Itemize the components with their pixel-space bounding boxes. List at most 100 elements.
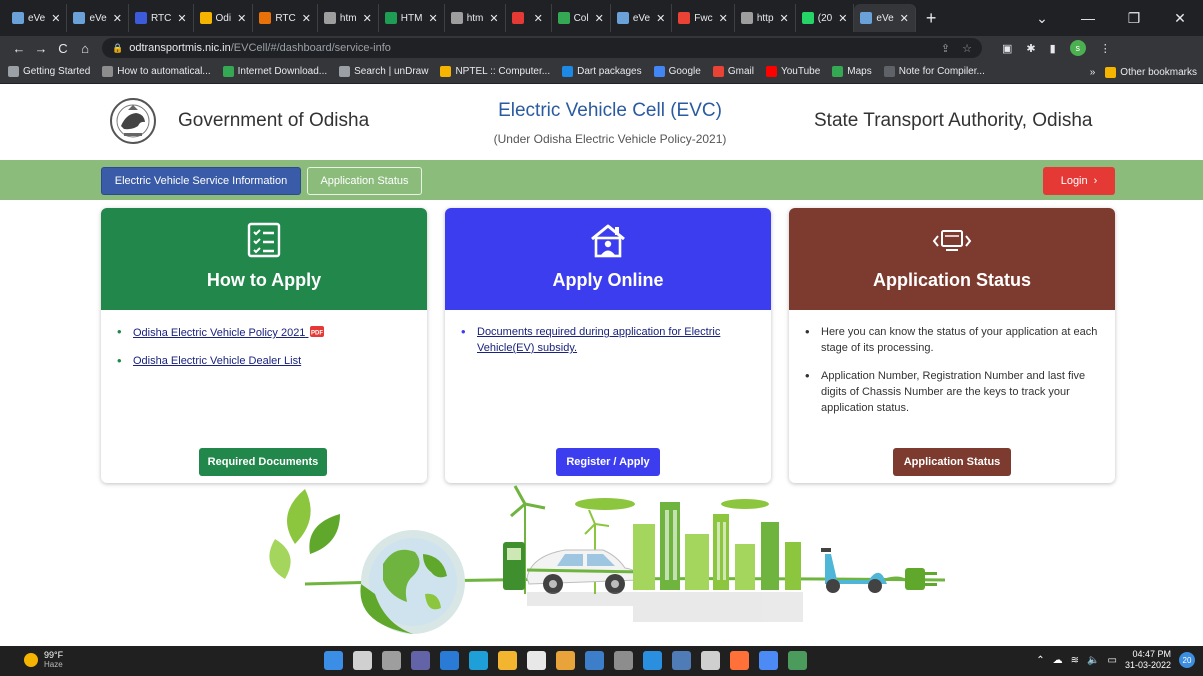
- teams-icon[interactable]: [411, 651, 430, 670]
- bookmark-label: Getting Started: [23, 66, 91, 77]
- close-tab-icon[interactable]: ✕: [237, 12, 246, 25]
- bookmark-item[interactable]: YouTube: [765, 66, 820, 77]
- documents-required-link[interactable]: Documents required during application fo…: [459, 324, 759, 356]
- close-tab-icon[interactable]: ✕: [595, 12, 604, 25]
- ev-policy-link[interactable]: Odisha Electric Vehicle Policy 2021 PDF: [115, 324, 415, 341]
- minimize-button[interactable]: —: [1065, 10, 1111, 26]
- back-button[interactable]: ←: [8, 41, 30, 56]
- close-tab-icon[interactable]: ✕: [177, 12, 186, 25]
- lock-icon[interactable]: 🔒: [112, 43, 123, 54]
- close-tab-icon[interactable]: ✕: [489, 12, 498, 25]
- browser-tab[interactable]: Odi ✕: [194, 4, 254, 32]
- bookmarks-bar: Getting Started How to automatical... Inte…: [0, 60, 1203, 84]
- mail-icon[interactable]: [440, 651, 459, 670]
- extension-icon[interactable]: ▣: [1002, 42, 1012, 55]
- browser-tab[interactable]: RTC ✕: [253, 4, 318, 32]
- home-button[interactable]: ⌂: [74, 41, 96, 56]
- menu-kebab-icon[interactable]: ⋮: [1100, 42, 1111, 55]
- close-tab-icon[interactable]: ✕: [428, 12, 437, 25]
- browser-tab[interactable]: eVe ✕: [854, 4, 916, 32]
- forward-button[interactable]: →: [30, 41, 52, 56]
- required-documents-button[interactable]: Required Documents: [199, 448, 327, 476]
- chevron-up-icon[interactable]: ⌃: [1036, 655, 1044, 666]
- bookmark-label: Search | unDraw: [354, 66, 429, 77]
- browser-tab[interactable]: eVe ✕: [6, 4, 68, 32]
- address-bar[interactable]: 🔒 odtransportmis.nic.in/EVCell/#/dashboa…: [102, 38, 982, 58]
- browser-tab[interactable]: eVe ✕: [611, 4, 673, 32]
- new-tab-button[interactable]: +: [916, 8, 947, 29]
- wifi-icon[interactable]: ≋: [1071, 655, 1079, 666]
- battery-icon[interactable]: ▭: [1108, 655, 1117, 666]
- close-tab-icon[interactable]: ✕: [838, 12, 847, 25]
- photos-icon[interactable]: [585, 651, 604, 670]
- firefox-icon[interactable]: [730, 651, 749, 670]
- close-tab-icon[interactable]: ✕: [900, 12, 909, 25]
- application-status-nav-button[interactable]: Application Status: [307, 167, 422, 195]
- weather-widget[interactable]: 99°F Haze: [24, 650, 63, 670]
- login-button[interactable]: Login ›: [1043, 167, 1115, 195]
- excel-icon[interactable]: [788, 651, 807, 670]
- cloud-icon[interactable]: ☁: [1053, 655, 1063, 666]
- pdf-icon: PDF: [309, 326, 324, 337]
- chrome-icon[interactable]: [556, 651, 575, 670]
- bookmark-item[interactable]: Search | unDraw: [339, 66, 428, 77]
- extension-puzzle-icon[interactable]: ✱: [1026, 42, 1035, 55]
- bookmark-item[interactable]: Note for Compiler...: [883, 66, 985, 77]
- clock[interactable]: 04:47 PM 31-03-2022: [1125, 649, 1171, 671]
- bookmark-item[interactable]: Internet Download...: [222, 66, 327, 77]
- browser-tab[interactable]: http ✕: [735, 4, 796, 32]
- application-status-button[interactable]: Application Status: [893, 448, 1011, 476]
- notepad-icon[interactable]: [759, 651, 778, 670]
- bookmark-item[interactable]: Dart packages: [562, 66, 642, 77]
- close-tab-icon[interactable]: ✕: [113, 12, 122, 25]
- bookmark-item[interactable]: Gmail: [712, 66, 754, 77]
- browser-tab[interactable]: ✕: [506, 4, 552, 32]
- share-icon[interactable]: ⇪: [941, 42, 950, 55]
- close-tab-icon[interactable]: ✕: [534, 12, 543, 25]
- browser-tab[interactable]: RTC ✕: [129, 4, 194, 32]
- browser-tab[interactable]: Fwc ✕: [672, 4, 735, 32]
- notification-badge[interactable]: 20: [1179, 652, 1195, 668]
- settings-icon[interactable]: [614, 651, 633, 670]
- file-explorer-icon[interactable]: [498, 651, 517, 670]
- close-tab-icon[interactable]: ✕: [719, 12, 728, 25]
- close-tab-icon[interactable]: ✕: [51, 12, 60, 25]
- other-bookmarks-folder[interactable]: Other bookmarks: [1105, 66, 1197, 78]
- bookmark-item[interactable]: Maps: [832, 66, 872, 77]
- tab-favicon-icon: [134, 12, 147, 24]
- browser-tab[interactable]: htm ✕: [445, 4, 506, 32]
- task-view-icon[interactable]: [382, 651, 401, 670]
- bookmark-star-icon[interactable]: ☆: [962, 42, 972, 55]
- bookmark-item[interactable]: Google: [653, 66, 701, 77]
- pgadmin-icon[interactable]: [672, 651, 691, 670]
- close-tab-icon[interactable]: ✕: [780, 12, 789, 25]
- terminal-icon[interactable]: [701, 651, 720, 670]
- bookmarks-overflow-button[interactable]: »: [1090, 67, 1096, 78]
- browser-tab[interactable]: HTM ✕: [379, 4, 445, 32]
- register-apply-button[interactable]: Register / Apply: [556, 448, 660, 476]
- bookmark-item[interactable]: How to automatical...: [102, 66, 211, 77]
- reload-button[interactable]: C: [52, 41, 74, 56]
- store-icon[interactable]: [527, 651, 546, 670]
- bookmark-item[interactable]: NPTEL :: Computer...: [440, 66, 550, 77]
- service-info-nav-button[interactable]: Electric Vehicle Service Information: [101, 167, 301, 195]
- bookmark-item[interactable]: Getting Started: [8, 66, 90, 77]
- close-window-button[interactable]: ✕: [1157, 10, 1203, 27]
- sidepanel-icon[interactable]: ▮: [1050, 42, 1056, 55]
- browser-tab[interactable]: eVe ✕: [67, 4, 129, 32]
- maximize-button[interactable]: ❐: [1111, 10, 1157, 27]
- close-tab-icon[interactable]: ✕: [302, 12, 311, 25]
- dealer-list-link[interactable]: Odisha Electric Vehicle Dealer List: [115, 353, 415, 369]
- browser-tab[interactable]: (20 ✕: [796, 4, 855, 32]
- edge-icon[interactable]: [469, 651, 488, 670]
- browser-tab[interactable]: Col ✕: [552, 4, 611, 32]
- close-tab-icon[interactable]: ✕: [656, 12, 665, 25]
- profile-avatar[interactable]: s: [1069, 40, 1086, 56]
- windows-start-icon[interactable]: [324, 651, 343, 670]
- volume-icon[interactable]: 🔈: [1087, 655, 1099, 666]
- close-tab-icon[interactable]: ✕: [363, 12, 372, 25]
- tab-search-icon[interactable]: ⌄: [1019, 10, 1065, 27]
- search-icon[interactable]: [353, 651, 372, 670]
- vscode-icon[interactable]: [643, 651, 662, 670]
- browser-tab[interactable]: htm ✕: [318, 4, 379, 32]
